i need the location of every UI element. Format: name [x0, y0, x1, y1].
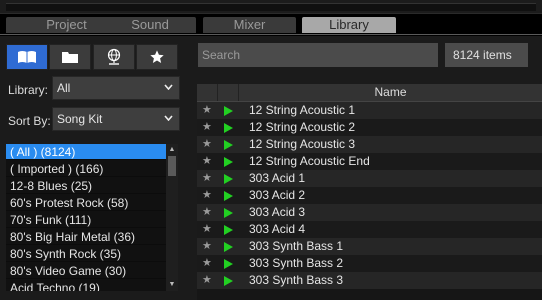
- book-icon: [18, 51, 36, 63]
- sound-name: 12 String Acoustic 2: [249, 120, 356, 134]
- favorite-star-icon[interactable]: ★: [202, 272, 212, 289]
- favorite-star-icon[interactable]: ★: [202, 153, 212, 170]
- favorite-star-icon[interactable]: ★: [202, 204, 212, 221]
- folder-button[interactable]: [49, 44, 91, 70]
- table-row[interactable]: ★ 12 String Acoustic 2: [197, 119, 542, 136]
- library-list-item[interactable]: 80's Synth Rock (35): [6, 246, 166, 262]
- web-button[interactable]: [93, 44, 135, 70]
- browse-button[interactable]: [6, 44, 48, 70]
- sound-name: 303 Acid 3: [249, 205, 306, 219]
- library-sidebar: Library: All Sort By: Song Kit ( All ) (…: [0, 36, 190, 300]
- sound-table: Name ★ 12 String Acoustic 1 ★ 12 String Aco…: [197, 84, 542, 300]
- table-row[interactable]: ★ 12 String Acoustic 1: [197, 102, 542, 119]
- sound-name: 12 String Acoustic 3: [249, 137, 356, 151]
- play-icon[interactable]: [224, 123, 233, 133]
- library-list-item[interactable]: 60's Protest Rock (58): [6, 195, 166, 211]
- item-count: 8124 items: [445, 43, 528, 67]
- library-list-item[interactable]: 12-8 Blues (25): [6, 178, 166, 194]
- favorite-star-icon[interactable]: ★: [202, 255, 212, 272]
- library-list-item[interactable]: 80's Video Game (30): [6, 263, 166, 279]
- sound-name: 303 Synth Bass 1: [249, 239, 344, 253]
- sound-name: 303 Synth Bass 3: [249, 273, 344, 287]
- play-icon[interactable]: [224, 242, 233, 252]
- chevron-down-icon: [164, 115, 173, 121]
- play-icon[interactable]: [224, 157, 233, 167]
- top-toolbar-groove: [6, 3, 536, 11]
- play-icon[interactable]: [224, 191, 233, 201]
- favorites-button[interactable]: [136, 44, 178, 70]
- library-select[interactable]: All: [52, 76, 180, 100]
- favorite-column-header[interactable]: [197, 84, 218, 101]
- table-row[interactable]: ★ 303 Acid 3: [197, 204, 542, 221]
- favorite-star-icon[interactable]: ★: [202, 102, 212, 119]
- favorite-star-icon[interactable]: ★: [202, 187, 212, 204]
- favorite-star-icon[interactable]: ★: [202, 238, 212, 255]
- library-label: Library:: [8, 83, 49, 97]
- tab-mixer[interactable]: Mixer: [203, 17, 296, 33]
- sound-name: 12 String Acoustic End: [249, 154, 370, 168]
- globe-icon: [107, 48, 121, 65]
- play-icon[interactable]: [224, 106, 233, 116]
- play-column-header[interactable]: [218, 84, 239, 101]
- sound-name: 303 Acid 1: [249, 171, 306, 185]
- table-row[interactable]: ★ 303 Synth Bass 3: [197, 272, 542, 289]
- table-row[interactable]: ★ 12 String Acoustic 3: [197, 136, 542, 153]
- favorite-star-icon[interactable]: ★: [202, 221, 212, 238]
- play-icon[interactable]: [224, 174, 233, 184]
- search-input[interactable]: [198, 43, 438, 67]
- play-icon[interactable]: [224, 259, 233, 269]
- play-icon[interactable]: [224, 276, 233, 286]
- library-list-item[interactable]: 70's Funk (111): [6, 212, 166, 228]
- name-column-header[interactable]: Name: [239, 84, 542, 101]
- library-list-item[interactable]: 80's Big Hair Metal (36): [6, 229, 166, 245]
- favorite-star-icon[interactable]: ★: [202, 170, 212, 187]
- table-row[interactable]: ★ 303 Acid 1: [197, 170, 542, 187]
- scroll-down-arrow-icon[interactable]: ▼: [168, 280, 176, 290]
- library-list: ( All ) (8124) ( Imported ) (166) 12-8 B…: [6, 144, 178, 291]
- sound-name: 303 Acid 4: [249, 222, 306, 236]
- tab-library[interactable]: Library: [302, 17, 396, 33]
- table-row[interactable]: ★ 303 Synth Bass 1: [197, 238, 542, 255]
- folder-icon: [62, 52, 78, 63]
- favorite-star-icon[interactable]: ★: [202, 119, 212, 136]
- main-tab-bar: Project Sound Mixer Library: [0, 15, 542, 35]
- sound-browser: 8124 items Name ★ 12 String Acoustic 1 ★ 12…: [190, 36, 542, 300]
- tab-underline: [0, 34, 542, 35]
- sort-select-value: Song Kit: [57, 112, 103, 126]
- library-list-scrollbar[interactable]: ▲ ▼: [166, 144, 178, 291]
- sound-name: 303 Synth Bass 2: [249, 256, 344, 270]
- library-list-item[interactable]: ( All ) (8124): [6, 144, 166, 160]
- sort-select[interactable]: Song Kit: [52, 107, 180, 131]
- table-row[interactable]: ★ 303 Acid 2: [197, 187, 542, 204]
- sound-name: 303 Acid 2: [249, 188, 306, 202]
- scroll-up-arrow-icon[interactable]: ▲: [168, 145, 176, 155]
- star-icon: [150, 50, 164, 63]
- play-icon[interactable]: [224, 140, 233, 150]
- library-select-value: All: [57, 81, 71, 95]
- favorite-star-icon[interactable]: ★: [202, 136, 212, 153]
- library-list-item[interactable]: ( Imported ) (166): [6, 161, 166, 177]
- scrollbar-thumb[interactable]: [168, 156, 176, 176]
- top-toolbar-strip: [0, 0, 542, 14]
- chevron-down-icon: [164, 84, 173, 90]
- play-icon[interactable]: [224, 208, 233, 218]
- table-row[interactable]: ★ 303 Acid 4: [197, 221, 542, 238]
- table-row[interactable]: ★ 303 Synth Bass 2: [197, 255, 542, 272]
- play-icon[interactable]: [224, 225, 233, 235]
- tab-sound[interactable]: Sound: [104, 17, 196, 33]
- library-list-item[interactable]: Acid Techno (19): [6, 280, 166, 291]
- sort-label: Sort By:: [8, 114, 51, 128]
- table-header: Name: [197, 84, 542, 102]
- sound-name: 12 String Acoustic 1: [249, 103, 356, 117]
- table-row[interactable]: ★ 12 String Acoustic End: [197, 153, 542, 170]
